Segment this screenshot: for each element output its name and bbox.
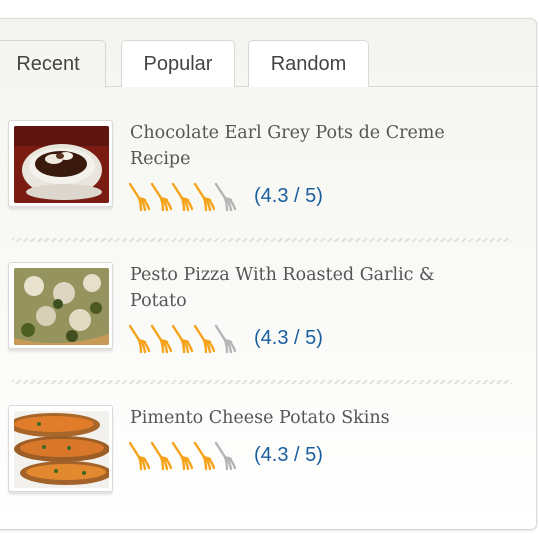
fork-icon bbox=[171, 441, 194, 471]
recipe-title[interactable]: Chocolate Earl Grey Pots de Creme Recipe bbox=[130, 120, 490, 172]
fork-icon bbox=[128, 324, 151, 354]
fork-icon bbox=[150, 182, 172, 212]
fork-icon bbox=[128, 182, 151, 212]
fork-icon bbox=[214, 324, 237, 354]
recipe-thumbnail[interactable] bbox=[8, 405, 113, 492]
rating-score: (4.3 / 5) bbox=[254, 185, 323, 207]
fork-icon bbox=[128, 441, 151, 471]
fork-icon bbox=[150, 324, 172, 354]
recipe-title[interactable]: Pesto Pizza With Roasted Garlic & Potato bbox=[130, 262, 490, 314]
recipe-rating: (4.3 / 5) bbox=[128, 324, 358, 354]
recipe-rating: (4.3 / 5) bbox=[128, 182, 358, 212]
recipe-thumbnail[interactable] bbox=[8, 262, 113, 349]
item-divider bbox=[12, 238, 512, 242]
rating-score: (4.3 / 5) bbox=[254, 327, 323, 349]
recipe-image-pesto-pizza bbox=[14, 268, 109, 345]
fork-icon bbox=[171, 324, 194, 354]
tab-recent[interactable]: Recent bbox=[0, 40, 106, 88]
rating-score: (4.3 / 5) bbox=[254, 444, 323, 466]
recipe-image-chocolate-pots bbox=[14, 126, 109, 203]
fork-icon bbox=[150, 441, 172, 471]
fork-icon bbox=[214, 182, 237, 212]
fork-icon bbox=[171, 182, 194, 212]
fork-icon bbox=[193, 182, 215, 212]
tab-popular[interactable]: Popular bbox=[121, 40, 235, 87]
item-divider bbox=[12, 380, 512, 384]
list-item: Chocolate Earl Grey Pots de Creme Recipe… bbox=[8, 120, 518, 212]
list-item: Pesto Pizza With Roasted Garlic & Potato… bbox=[8, 262, 518, 354]
fork-icon bbox=[193, 441, 215, 471]
recipe-rating: (4.3 / 5) bbox=[128, 441, 358, 471]
list-item: Pimento Cheese Potato Skins (4.3 / 5) bbox=[8, 405, 518, 497]
recipe-thumbnail[interactable] bbox=[8, 120, 113, 207]
fork-icon bbox=[214, 441, 237, 471]
recipe-image-potato-skins bbox=[14, 411, 109, 488]
tab-random[interactable]: Random bbox=[248, 40, 369, 87]
fork-icon bbox=[193, 324, 215, 354]
recipe-title[interactable]: Pimento Cheese Potato Skins bbox=[130, 405, 490, 431]
